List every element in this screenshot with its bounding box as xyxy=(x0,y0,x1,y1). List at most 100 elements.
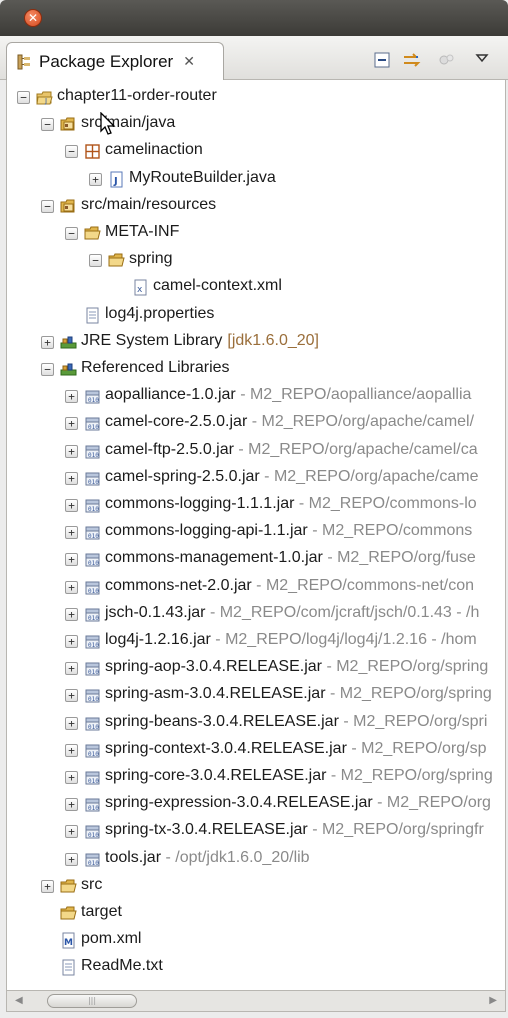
tree-item[interactable]: +010 commons-net-2.0.jar - M2_REPO/common… xyxy=(7,574,505,601)
tree-item[interactable]: +010 jsch-0.1.43.jar - M2_REPO/com/jcraft… xyxy=(7,601,505,628)
expand-icon[interactable]: + xyxy=(65,635,78,648)
package-explorer-tab[interactable]: Package Explorer ✕ xyxy=(6,42,224,80)
focus-icon[interactable] xyxy=(436,50,456,70)
source-folder-icon xyxy=(60,116,77,133)
collapse-icon[interactable]: − xyxy=(41,118,54,132)
expand-icon[interactable]: + xyxy=(65,390,78,404)
tree-item-label: Referenced Libraries xyxy=(81,359,230,377)
expand-icon[interactable]: + xyxy=(65,526,78,540)
tree-item-decoration: - M2_REPO/org/spring xyxy=(322,658,489,676)
scroll-left-icon[interactable]: ◀ xyxy=(15,995,23,1006)
tree-item[interactable]: +010 commons-management-1.0.jar - M2_REPO… xyxy=(7,546,505,573)
tree-item-decoration: - M2_REPO/commons-lo xyxy=(294,495,477,512)
tree-item[interactable]: +010 log4j-1.2.16.jar - M2_REPO/log4j/log… xyxy=(7,628,505,655)
tree-item-name: camel-context.xml xyxy=(153,277,282,295)
tree-item-name: ReadMe.txt xyxy=(81,957,163,975)
tree-item[interactable]: +010 commons-logging-api-1.1.jar - M2_REP… xyxy=(7,519,505,546)
tree-item-decoration: - M2_REPO/aopalliance/aopallia xyxy=(235,386,472,404)
tree-item-label: src/main/resources xyxy=(81,196,216,214)
tree-item[interactable]: − Jchapter11-order-router xyxy=(7,84,505,111)
expand-icon[interactable]: + xyxy=(65,689,78,703)
scroll-right-icon[interactable]: ▶ xyxy=(489,995,497,1006)
collapse-icon[interactable]: − xyxy=(41,199,54,213)
window-close-button[interactable]: ✕ xyxy=(24,9,42,27)
tree-item[interactable]: +010 aopalliance-1.0.jar - M2_REPO/aopall… xyxy=(7,383,505,410)
tree-item[interactable]: +010 spring-expression-3.0.4.RELEASE.jar … xyxy=(7,791,505,818)
tree-item-name: spring-asm-3.0.4.RELEASE.jar xyxy=(105,685,326,703)
tree-item[interactable]: x camel-context.xml xyxy=(7,274,505,301)
tree-item-decoration: - M2_REPO/com/jcraft/jsch/0.1.43 - /h xyxy=(205,603,480,621)
tree-item[interactable]: ReadMe.txt xyxy=(7,954,505,981)
expand-icon[interactable]: + xyxy=(65,417,78,431)
jar-icon: 010 xyxy=(84,470,101,487)
svg-text:010: 010 xyxy=(88,397,99,404)
tree-item-name: commons-management-1.0.jar xyxy=(105,549,323,567)
expand-icon[interactable]: + xyxy=(65,716,78,730)
tree-item[interactable]: log4j.properties xyxy=(7,302,505,329)
scrollbar-thumb[interactable]: ||| xyxy=(47,994,137,1008)
expand-icon[interactable]: + xyxy=(65,662,78,676)
expand-icon[interactable]: + xyxy=(65,852,78,866)
tree-item[interactable]: − META-INF xyxy=(7,220,505,247)
tree-item[interactable]: − Referenced Libraries xyxy=(7,356,505,383)
collapse-icon[interactable]: − xyxy=(89,254,102,268)
expand-icon[interactable]: + xyxy=(65,825,78,839)
tree-item[interactable]: +010 camel-spring-2.5.0.jar - M2_REPO/org… xyxy=(7,465,505,492)
collapse-all-icon[interactable] xyxy=(372,50,392,70)
jar-icon: 010 xyxy=(84,415,101,432)
tree-item-label: camel-ftp-2.5.0.jar - M2_REPO/org/apache… xyxy=(105,441,478,459)
expand-icon[interactable]: + xyxy=(65,580,78,594)
expand-icon[interactable]: + xyxy=(65,607,78,621)
tree-item-name: spring-context-3.0.4.RELEASE.jar xyxy=(105,739,347,757)
tree-item-label: src xyxy=(81,876,102,894)
expand-icon[interactable]: + xyxy=(65,798,78,812)
tree-item-name: META-INF xyxy=(105,223,180,240)
expand-icon[interactable]: + xyxy=(65,444,78,458)
tree-item[interactable]: − src/main/resources xyxy=(7,193,505,220)
tree-item[interactable]: + J MyRouteBuilder.java xyxy=(7,166,505,193)
tree-item[interactable]: + src xyxy=(7,873,505,900)
close-icon[interactable]: ✕ xyxy=(183,54,195,70)
tree-item-label: aopalliance-1.0.jar - M2_REPO/aopallianc… xyxy=(105,386,471,404)
tree-item[interactable]: +010 camel-core-2.5.0.jar - M2_REPO/org/a… xyxy=(7,410,505,437)
tree-item[interactable]: +010 spring-asm-3.0.4.RELEASE.jar - M2_RE… xyxy=(7,682,505,709)
expand-icon[interactable]: + xyxy=(65,771,78,784)
tree-item[interactable]: +010 commons-logging-1.1.1.jar - M2_REPO/… xyxy=(7,492,505,519)
svg-text:010: 010 xyxy=(88,778,99,785)
collapse-icon[interactable]: − xyxy=(65,145,78,159)
tree-item[interactable]: +010 camel-ftp-2.5.0.jar - M2_REPO/org/ap… xyxy=(7,438,505,465)
view-menu-icon[interactable] xyxy=(472,48,492,68)
tree-item-name: spring-core-3.0.4.RELEASE.jar xyxy=(105,767,327,784)
tree-item[interactable]: − spring xyxy=(7,247,505,274)
tree-item[interactable]: target xyxy=(7,900,505,927)
tree-item-name: commons-logging-1.1.1.jar xyxy=(105,495,295,512)
tree-item[interactable]: + JRE System Library [jdk1.6.0_20] xyxy=(7,329,505,356)
jar-icon: 010 xyxy=(84,742,101,759)
collapse-icon[interactable]: − xyxy=(17,91,30,104)
tree-item-decoration: - M2_REPO/org/spri xyxy=(338,712,488,730)
tree-item-name: target xyxy=(81,903,122,920)
tree-item[interactable]: +010 spring-context-3.0.4.RELEASE.jar - M… xyxy=(7,737,505,764)
tree-item[interactable]: +010 spring-beans-3.0.4.RELEASE.jar - M2_… xyxy=(7,710,505,737)
tree-item[interactable]: +010 tools.jar - /opt/jdk1.6.0_20/lib xyxy=(7,846,505,873)
tree-item[interactable]: Mpom.xml xyxy=(7,927,505,954)
tree-item[interactable]: +010 spring-aop-3.0.4.RELEASE.jar - M2_RE… xyxy=(7,655,505,682)
expand-icon[interactable]: + xyxy=(89,172,102,186)
tree-item[interactable]: +010 spring-tx-3.0.4.RELEASE.jar - M2_REP… xyxy=(7,818,505,845)
expand-icon[interactable]: + xyxy=(41,879,54,893)
expand-icon[interactable]: + xyxy=(65,499,78,512)
tree-item[interactable]: − src/main/java xyxy=(7,111,505,138)
collapse-icon[interactable]: − xyxy=(41,363,54,376)
expand-icon[interactable]: + xyxy=(41,335,54,349)
package-tree[interactable]: − Jchapter11-order-router − src/main/java − c… xyxy=(6,80,506,990)
expand-icon[interactable]: + xyxy=(65,743,78,757)
link-with-editor-icon[interactable] xyxy=(402,50,422,70)
expand-icon[interactable]: + xyxy=(65,471,78,485)
expand-icon[interactable]: + xyxy=(65,553,78,567)
tree-item[interactable]: +010 spring-core-3.0.4.RELEASE.jar - M2_R… xyxy=(7,764,505,791)
collapse-icon[interactable]: − xyxy=(65,227,78,240)
horizontal-scrollbar[interactable]: ◀ ||| ▶ xyxy=(6,990,506,1012)
svg-text:J: J xyxy=(113,176,118,187)
tree-item-label: pom.xml xyxy=(81,930,141,948)
tree-item[interactable]: − camelinaction xyxy=(7,138,505,165)
